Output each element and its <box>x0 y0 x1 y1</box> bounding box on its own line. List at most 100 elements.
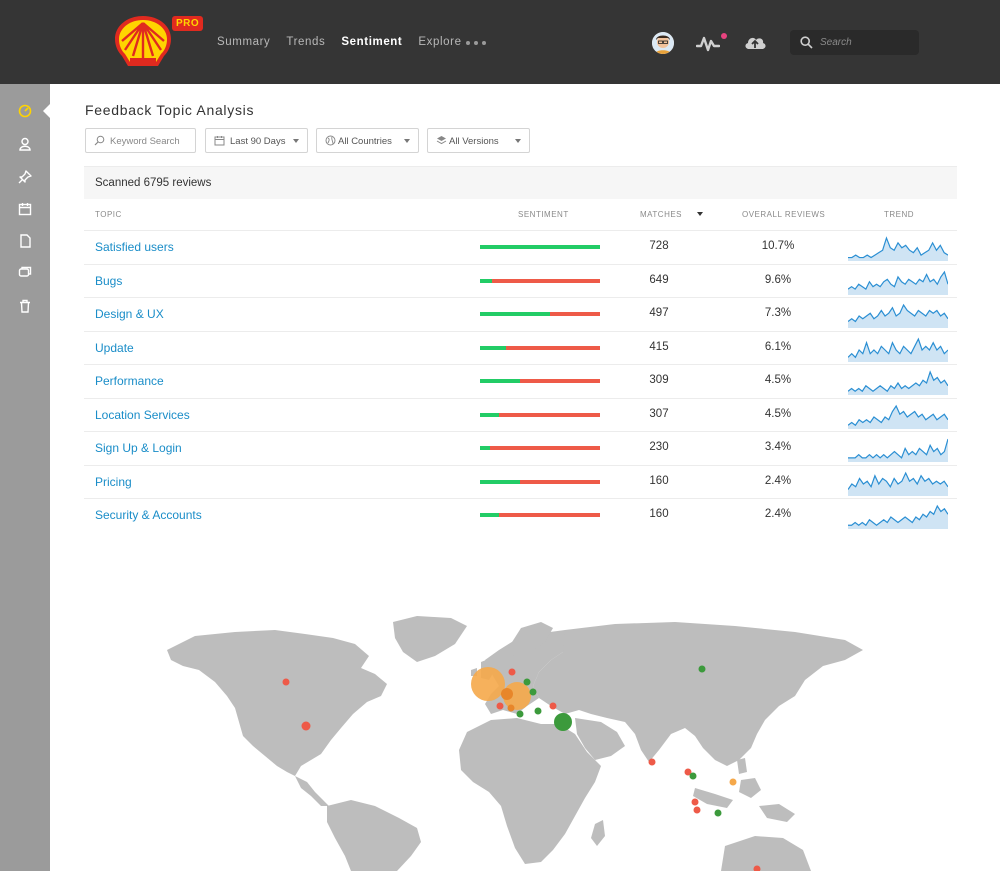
chat-icon[interactable] <box>18 266 32 280</box>
nav-summary[interactable]: Summary <box>217 36 270 48</box>
map-marker[interactable] <box>523 678 531 686</box>
date-range-value: Last 90 Days <box>230 136 286 147</box>
topic-link[interactable]: Bugs <box>95 274 122 288</box>
sort-desc-icon[interactable] <box>697 212 703 216</box>
topic-link[interactable]: Location Services <box>95 408 190 422</box>
shell-logo[interactable] <box>113 14 173 68</box>
overall-reviews-value: 3.4% <box>764 441 792 453</box>
overall-reviews-value: 6.1% <box>764 340 792 353</box>
sentiment-positive <box>480 312 550 316</box>
header-topic[interactable]: TOPIC <box>95 210 122 219</box>
table-row[interactable]: Design & UX 497 7.3% <box>84 297 957 331</box>
sentiment-bar <box>480 446 600 450</box>
topic-link[interactable]: Satisfied users <box>95 240 174 254</box>
trend-area <box>848 305 948 328</box>
map-marker[interactable] <box>691 798 699 806</box>
map-marker[interactable] <box>729 778 737 786</box>
map-marker[interactable] <box>549 702 557 710</box>
more-dots-icon[interactable] <box>466 41 486 45</box>
header-matches[interactable]: MATCHES <box>640 210 682 219</box>
table-row[interactable]: Pricing 160 2.4% <box>84 464 957 499</box>
notification-dot <box>721 33 727 39</box>
header-overall-reviews[interactable]: OVERALL REVIEWS <box>742 210 825 219</box>
keyword-search-input[interactable] <box>110 134 192 148</box>
page-title: Feedback Topic Analysis <box>85 102 255 118</box>
map-marker[interactable] <box>496 702 504 710</box>
table-row[interactable]: Sign Up & Login 230 3.4% <box>84 431 957 465</box>
header-sentiment[interactable]: SENTIMENT <box>518 210 569 219</box>
countries-select[interactable]: All Countries <box>316 128 419 153</box>
search-input[interactable] <box>820 34 912 51</box>
trend-sparkline <box>848 234 948 261</box>
sentiment-bar <box>480 345 600 350</box>
matches-value: 728 <box>649 240 669 252</box>
overall-reviews-value: 2.4% <box>764 474 792 487</box>
map-marker[interactable] <box>714 809 722 817</box>
map-marker[interactable] <box>698 665 706 673</box>
sentiment-positive <box>480 379 520 383</box>
pin-icon[interactable] <box>18 170 32 184</box>
trend-sparkline <box>848 402 948 429</box>
user-icon[interactable] <box>18 137 32 151</box>
sentiment-positive <box>480 513 500 517</box>
sentiment-bar <box>480 412 600 417</box>
nav-explore[interactable]: Explore <box>418 36 461 48</box>
map-marker[interactable] <box>693 806 701 814</box>
chevron-down-icon <box>404 139 410 143</box>
map-marker[interactable] <box>648 758 656 766</box>
sentiment-bar <box>480 245 600 249</box>
table-row[interactable]: Location Services 307 4.5% <box>84 397 957 432</box>
topic-link[interactable]: Performance <box>95 374 164 388</box>
countries-value: All Countries <box>338 136 392 147</box>
table-row[interactable]: Security & Accounts 160 2.4% <box>84 498 957 532</box>
map-marker[interactable] <box>507 704 515 712</box>
map-marker[interactable] <box>554 713 572 731</box>
table-row[interactable]: Update 415 6.1% <box>84 330 957 365</box>
layers-icon <box>436 136 447 145</box>
calendar-icon <box>214 136 225 146</box>
map-marker[interactable] <box>529 688 537 696</box>
trend-sparkline <box>848 368 948 395</box>
map-marker[interactable] <box>471 667 505 701</box>
topic-link[interactable]: Security & Accounts <box>95 508 202 522</box>
table-row[interactable]: Bugs 649 9.6% <box>84 263 957 298</box>
nav-sentiment[interactable]: Sentiment <box>341 36 402 48</box>
topic-link[interactable]: Design & UX <box>95 307 164 321</box>
activity-icon[interactable] <box>696 34 720 52</box>
table-row[interactable]: Performance 309 4.5% <box>84 364 957 398</box>
nav-trends[interactable]: Trends <box>286 36 325 48</box>
chevron-down-icon <box>293 139 299 143</box>
cloud-upload-icon[interactable] <box>744 33 766 51</box>
sentiment-positive <box>480 412 500 417</box>
date-range-select[interactable]: Last 90 Days <box>205 128 308 153</box>
matches-value: 160 <box>649 474 669 487</box>
map-marker[interactable] <box>301 721 311 731</box>
dashboard-icon[interactable] <box>18 104 32 118</box>
overall-reviews-value: 9.6% <box>764 273 792 286</box>
sentiment-positive <box>480 479 520 484</box>
topic-link[interactable]: Pricing <box>95 475 132 489</box>
map-marker[interactable] <box>516 710 524 718</box>
document-icon[interactable] <box>18 234 32 248</box>
map-marker[interactable] <box>282 678 290 686</box>
main-nav: Summary Trends Sentiment Explore <box>217 36 478 48</box>
avatar[interactable] <box>652 32 674 54</box>
versions-value: All Versions <box>449 136 499 147</box>
table-row[interactable]: Satisfied users 728 10.7% <box>84 230 957 264</box>
trash-icon[interactable] <box>18 299 32 313</box>
map-marker[interactable] <box>534 707 542 715</box>
sentiment-positive <box>480 245 600 249</box>
map-marker[interactable] <box>508 668 516 676</box>
map-marker[interactable] <box>501 688 513 700</box>
sidebar-active-indicator <box>43 104 50 118</box>
search-icon <box>800 36 813 49</box>
calendar-icon[interactable] <box>18 202 32 216</box>
matches-value: 649 <box>649 273 669 286</box>
versions-select[interactable]: All Versions <box>427 128 530 153</box>
overall-reviews-value: 4.5% <box>764 407 792 420</box>
search-icon <box>94 135 105 146</box>
header-trend[interactable]: TREND <box>884 210 914 219</box>
map-marker[interactable] <box>689 772 697 780</box>
topic-link[interactable]: Sign Up & Login <box>95 441 182 455</box>
topic-link[interactable]: Update <box>95 341 134 355</box>
